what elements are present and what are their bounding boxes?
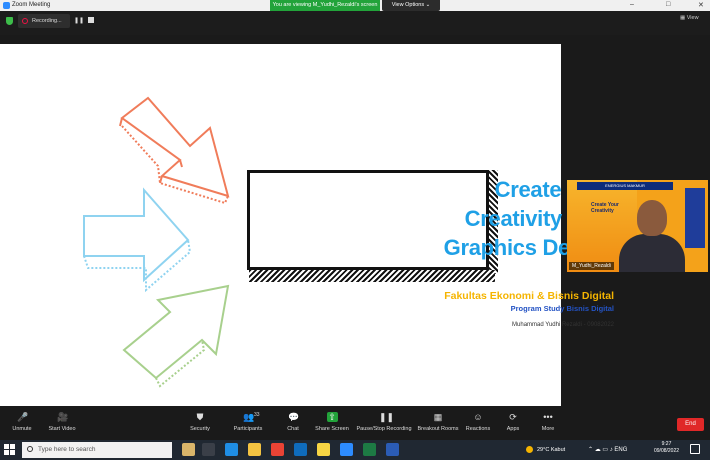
- slide-presenter: Muhammad Yudhi Rezaldi - 09082022: [512, 322, 614, 328]
- apps-icon: ⟳: [509, 412, 517, 422]
- file-explorer-icon[interactable]: [248, 443, 261, 456]
- ellipsis-icon: •••: [543, 412, 553, 422]
- camera-off-icon: 🎥: [57, 412, 69, 422]
- weather-icon[interactable]: [526, 446, 533, 453]
- meeting-top-strip: [0, 11, 710, 35]
- system-tray[interactable]: ⌃ ☁ ▭ ♪ ENG: [588, 443, 627, 457]
- people-icon: 👥: [243, 412, 255, 422]
- shield-icon: ⛊: [196, 412, 204, 422]
- notification-icon[interactable]: [690, 444, 700, 454]
- participant-name-tag: M_Yudhi_Rezaldi: [569, 262, 614, 270]
- mail-icon[interactable]: [294, 443, 307, 456]
- breakout-rooms-label: Breakout Rooms: [417, 426, 459, 432]
- taskbar-search-input[interactable]: Type here to search: [22, 442, 172, 458]
- participant-head: [637, 200, 667, 236]
- sticky-notes-icon[interactable]: [317, 443, 330, 456]
- stop-recording-icon[interactable]: [88, 17, 94, 23]
- grid-icon: ▦: [433, 412, 443, 422]
- security-label: Security: [190, 426, 210, 432]
- view-label: View: [686, 15, 699, 21]
- close-button[interactable]: ✕: [698, 1, 704, 9]
- participants-count: 33: [254, 412, 260, 418]
- minimize-button[interactable]: –: [630, 1, 634, 8]
- poster-banner: ENERGIUS MAKMUR: [577, 182, 673, 190]
- chat-label: Chat: [287, 426, 299, 432]
- reactions-label: Reactions: [465, 426, 491, 432]
- share-screen-label: Share Screen: [315, 426, 349, 432]
- unmute-button[interactable]: 🎤 Unmute: [0, 410, 44, 438]
- start-video-label: Start Video: [48, 426, 76, 432]
- weather-text: Kabut: [550, 447, 566, 453]
- taskbar-thumbnail-icon[interactable]: [182, 443, 195, 456]
- participant-body: [619, 234, 685, 272]
- excel-icon[interactable]: [363, 443, 376, 456]
- poster-flyer: [685, 188, 705, 248]
- title-box-shadow-bottom: [249, 270, 495, 282]
- arrow-middle-icon: [83, 187, 192, 293]
- language-indicator: ENG: [614, 447, 628, 453]
- encryption-shield-icon[interactable]: [6, 17, 13, 25]
- taskbar-clock[interactable]: 9:27 09/08/2022: [654, 441, 679, 455]
- window-title: Zoom Meeting: [12, 2, 51, 8]
- recording-label: Recording...: [32, 18, 62, 24]
- more-button[interactable]: ••• More: [526, 410, 570, 438]
- breakout-rooms-button[interactable]: ▦ Breakout Rooms: [414, 410, 462, 438]
- arrow-top-icon: [119, 96, 230, 205]
- clock-date: 09/08/2022: [654, 448, 680, 454]
- recording-indicator: Recording...: [18, 14, 70, 28]
- weather-temp: 29°C: [537, 447, 550, 453]
- share-screen-button[interactable]: ⇧ Share Screen: [310, 410, 354, 438]
- view-button[interactable]: ▦ View: [680, 15, 699, 21]
- arrow-bottom-icon: [122, 284, 230, 388]
- windows-start-icon[interactable]: [4, 444, 16, 456]
- chat-bubble-icon: 💬: [288, 412, 300, 422]
- edge-icon[interactable]: [225, 443, 238, 456]
- task-view-icon[interactable]: [202, 443, 215, 456]
- word-icon[interactable]: [386, 443, 399, 456]
- poster-text: Create Your Creativity: [591, 202, 619, 214]
- participants-button[interactable]: 👥 Participants: [226, 410, 270, 438]
- smiley-icon: ☺: [473, 412, 483, 422]
- security-button[interactable]: ⛊ Security: [178, 410, 222, 438]
- zoom-icon[interactable]: [340, 443, 353, 456]
- slide-program: Program Study Bisnis Digital: [510, 304, 614, 313]
- maximize-button[interactable]: □: [666, 1, 670, 8]
- recording-dot-icon: [22, 18, 28, 24]
- decorative-arrows: [83, 96, 230, 388]
- unmute-label: Unmute: [12, 426, 32, 432]
- clock-time: 9:27: [661, 441, 672, 447]
- chrome-icon[interactable]: [271, 443, 284, 456]
- microphone-muted-icon: 🎤: [17, 412, 29, 422]
- apps-label: Apps: [506, 426, 520, 432]
- pause-stop-icon: ❚❚: [379, 412, 395, 422]
- search-icon: [27, 446, 33, 452]
- chat-button[interactable]: 💬 Chat: [271, 410, 315, 438]
- more-label: More: [541, 426, 555, 432]
- pause-stop-recording-button[interactable]: ❚❚ Pause/Stop Recording: [352, 410, 416, 438]
- slide-faculty: Fakultas Ekonomi & Bisnis Digital: [444, 290, 614, 302]
- share-arrow-icon: ⇧: [326, 412, 338, 422]
- start-video-button[interactable]: 🎥 Start Video: [40, 410, 84, 438]
- participant-video-tile[interactable]: ENERGIUS MAKMUR Create Your Creativity M…: [567, 180, 708, 272]
- zoom-app-icon: [3, 2, 10, 9]
- pause-stop-recording-label: Pause/Stop Recording: [356, 426, 412, 432]
- pause-recording-icon[interactable]: ❚❚: [74, 17, 84, 25]
- viewing-screen-banner: You are viewing M_Yudhi_Rezaldi's screen: [270, 0, 380, 11]
- view-options-button[interactable]: View Options ⌄: [382, 0, 440, 11]
- search-placeholder: Type here to search: [38, 446, 96, 453]
- end-meeting-button[interactable]: End: [677, 418, 704, 431]
- weather-readout[interactable]: 29°C Kabut: [537, 443, 565, 457]
- participants-label: Participants: [233, 426, 263, 432]
